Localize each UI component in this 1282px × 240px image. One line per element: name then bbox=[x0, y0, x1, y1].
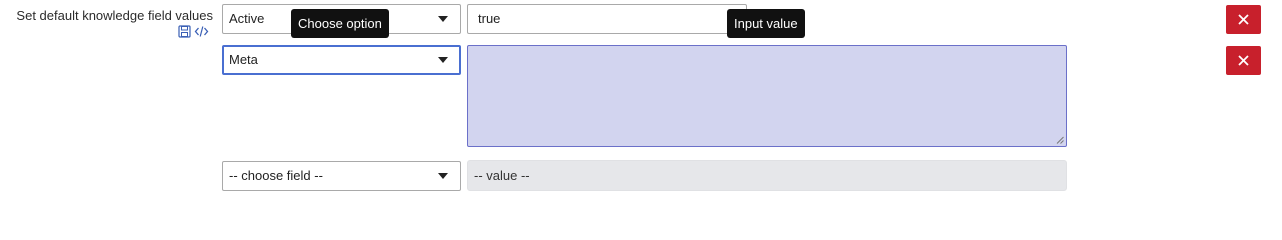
close-icon bbox=[1238, 55, 1249, 66]
value-input-active[interactable]: true bbox=[467, 4, 747, 34]
choose-field-select[interactable]: -- choose field -- bbox=[222, 161, 461, 191]
chevron-down-icon bbox=[438, 57, 448, 63]
save-icon[interactable] bbox=[178, 25, 191, 38]
code-icon[interactable] bbox=[194, 25, 209, 38]
value-textarea-meta[interactable] bbox=[467, 45, 1067, 147]
delete-row-button[interactable] bbox=[1226, 5, 1261, 34]
resize-grip-icon[interactable] bbox=[1056, 136, 1064, 144]
delete-row-button[interactable] bbox=[1226, 46, 1261, 75]
field-select-value: Active bbox=[229, 11, 265, 26]
tooltip-input-value: Input value bbox=[727, 9, 805, 38]
chevron-down-icon bbox=[438, 16, 448, 22]
field-select-value: Meta bbox=[229, 52, 258, 67]
field-values-label: Set default knowledge field values bbox=[16, 8, 213, 23]
tooltip-choose-option: Choose option bbox=[291, 9, 389, 38]
field-select-meta[interactable]: Meta bbox=[222, 45, 461, 75]
value-input-disabled: -- value -- bbox=[467, 160, 1067, 191]
label-icons bbox=[178, 25, 209, 38]
close-icon bbox=[1238, 14, 1249, 25]
choose-field-placeholder: -- choose field -- bbox=[229, 168, 323, 183]
chevron-down-icon bbox=[438, 173, 448, 179]
